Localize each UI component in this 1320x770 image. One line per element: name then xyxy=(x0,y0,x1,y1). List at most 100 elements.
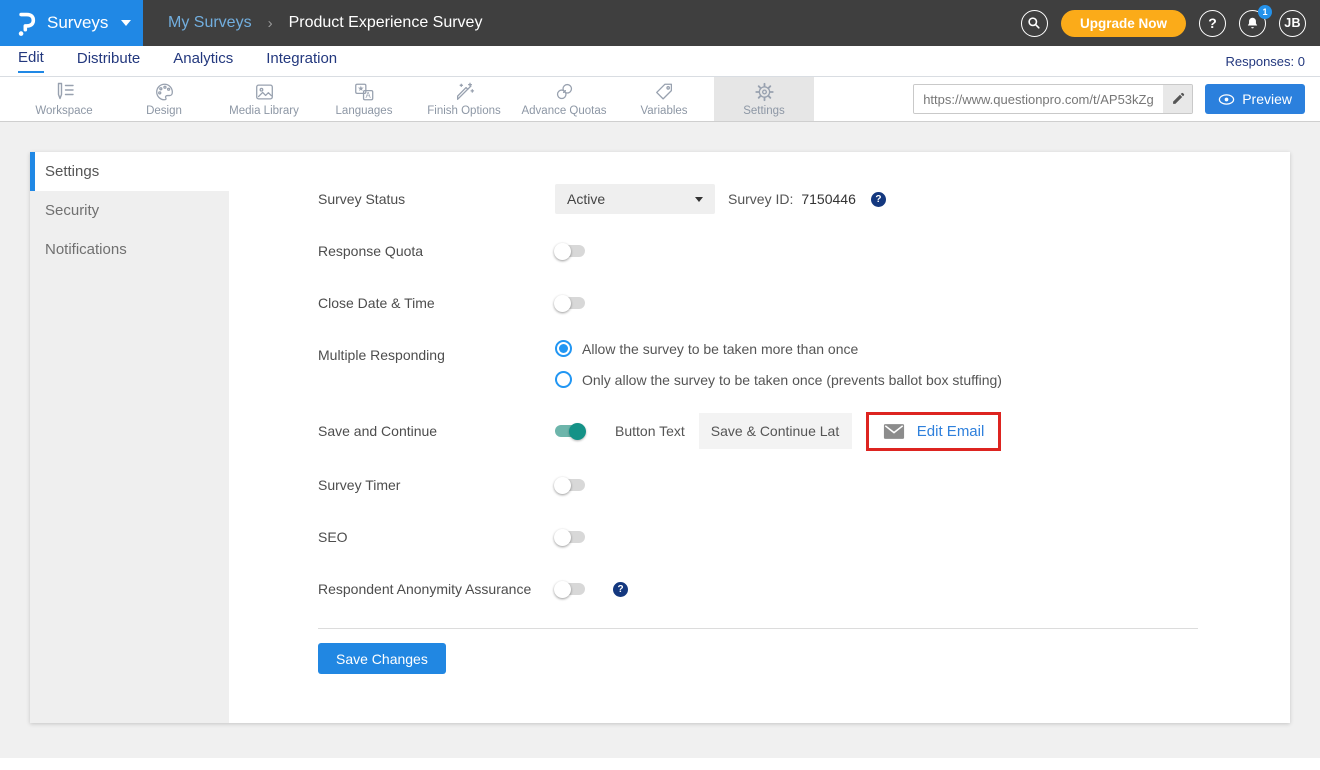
toolbar-item-label: Variables xyxy=(640,105,687,117)
app-menu[interactable]: Surveys xyxy=(0,0,143,46)
toggle-knob xyxy=(554,581,571,598)
radio-selected-icon xyxy=(555,340,572,357)
respondent-anonymity-toggle[interactable] xyxy=(555,583,585,595)
edit-toolbar: Workspace Design Media Library ★ A Langu… xyxy=(0,77,1320,122)
button-text-label: Button Text xyxy=(615,423,685,439)
toolbar-item-media-library[interactable]: Media Library xyxy=(214,77,314,121)
toolbar-item-variables[interactable]: Variables xyxy=(614,77,714,121)
close-date-time-label: Close Date & Time xyxy=(318,295,555,311)
radio-option-allow-multiple[interactable]: Allow the survey to be taken more than o… xyxy=(555,340,1002,357)
settings-card: Settings Security Notifications Survey S… xyxy=(30,152,1290,723)
save-and-continue-row: Save and Continue Button Text Edit Email xyxy=(318,410,1290,452)
breadcrumb-my-surveys[interactable]: My Surveys xyxy=(168,14,252,32)
seo-label: SEO xyxy=(318,529,555,545)
settings-sidebar: Settings Security Notifications xyxy=(30,152,229,723)
toolbar-item-workspace[interactable]: Workspace xyxy=(14,77,114,121)
variables-tag-icon xyxy=(653,81,676,103)
search-button[interactable] xyxy=(1021,10,1048,37)
survey-id-value: 7150446 xyxy=(801,191,856,207)
page-title: Product Experience Survey xyxy=(289,14,483,32)
survey-id-help-icon[interactable]: ? xyxy=(871,192,886,207)
bottom-strip xyxy=(0,758,1320,770)
toolbar-item-finish-options[interactable]: Finish Options xyxy=(414,77,514,121)
languages-icon: ★ A xyxy=(352,81,376,103)
avatar-initials: JB xyxy=(1284,16,1301,30)
toolbar-item-label: Design xyxy=(146,105,182,117)
toggle-knob xyxy=(554,295,571,312)
toolbar-item-advance-quotas[interactable]: Advance Quotas xyxy=(514,77,614,121)
toolbar-item-label: Workspace xyxy=(35,105,92,117)
respondent-anonymity-label: Respondent Anonymity Assurance xyxy=(318,581,555,597)
svg-text:A: A xyxy=(366,91,372,100)
survey-timer-label: Survey Timer xyxy=(318,477,555,493)
edit-email-button[interactable]: Edit Email xyxy=(866,412,1002,451)
sidebar-item-label: Notifications xyxy=(45,241,127,258)
tab-edit[interactable]: Edit xyxy=(18,49,44,73)
close-date-time-row: Close Date & Time xyxy=(318,288,1290,318)
form-divider xyxy=(318,628,1198,629)
breadcrumb: My Surveys › Product Experience Survey xyxy=(168,14,482,32)
sidebar-item-settings[interactable]: Settings xyxy=(30,152,229,191)
toolbar-item-design[interactable]: Design xyxy=(114,77,214,121)
respondent-anonymity-help-icon[interactable]: ? xyxy=(613,582,628,597)
survey-status-label: Survey Status xyxy=(318,191,555,207)
header-actions: Upgrade Now ? 1 JB xyxy=(1021,0,1306,46)
workspace-icon xyxy=(52,81,76,103)
radio-option-label: Only allow the survey to be taken once (… xyxy=(582,372,1002,388)
toggle-knob xyxy=(554,529,571,546)
tab-integration[interactable]: Integration xyxy=(266,50,337,72)
toggle-knob xyxy=(554,477,571,494)
top-header: Surveys My Surveys › Product Experience … xyxy=(0,0,1320,46)
survey-url-box xyxy=(913,84,1193,114)
toolbar-item-label: Media Library xyxy=(229,105,299,117)
save-and-continue-toggle[interactable] xyxy=(555,425,585,437)
edit-email-label: Edit Email xyxy=(917,423,985,440)
toolbar-item-settings[interactable]: Settings xyxy=(714,77,814,121)
settings-gear-icon xyxy=(753,81,776,103)
multiple-responding-row: Multiple Responding Allow the survey to … xyxy=(318,340,1290,388)
toolbar-item-label: Settings xyxy=(743,105,785,117)
pencil-icon xyxy=(1171,92,1185,106)
survey-id-label: Survey ID: xyxy=(728,191,793,207)
response-quota-label: Response Quota xyxy=(318,243,555,259)
bell-icon xyxy=(1245,15,1260,31)
eye-icon xyxy=(1218,93,1235,106)
survey-status-select[interactable]: Active xyxy=(555,184,715,214)
seo-toggle[interactable] xyxy=(555,531,585,543)
toolbar-item-languages[interactable]: ★ A Languages xyxy=(314,77,414,121)
radio-option-label: Allow the survey to be taken more than o… xyxy=(582,341,858,357)
save-changes-button[interactable]: Save Changes xyxy=(318,643,446,674)
tab-analytics[interactable]: Analytics xyxy=(173,50,233,72)
toolbar-item-label: Finish Options xyxy=(427,105,501,117)
edit-url-button[interactable] xyxy=(1163,85,1192,113)
media-library-icon xyxy=(253,81,276,103)
notifications-button[interactable]: 1 xyxy=(1239,10,1266,37)
chevron-down-icon xyxy=(121,20,131,26)
button-text-input[interactable] xyxy=(699,413,852,449)
close-date-time-toggle[interactable] xyxy=(555,297,585,309)
caret-down-icon xyxy=(695,197,703,202)
finish-options-wand-icon xyxy=(453,81,476,103)
tab-distribute[interactable]: Distribute xyxy=(77,50,140,72)
search-icon xyxy=(1026,15,1042,31)
sidebar-item-security[interactable]: Security xyxy=(30,191,229,230)
survey-status-row: Survey Status Active Survey ID: 7150446 … xyxy=(318,184,1290,214)
sidebar-item-label: Settings xyxy=(45,163,99,180)
response-quota-toggle[interactable] xyxy=(555,245,585,257)
survey-timer-toggle[interactable] xyxy=(555,479,585,491)
toggle-knob xyxy=(554,243,571,260)
seo-row: SEO xyxy=(318,522,1290,552)
help-button[interactable]: ? xyxy=(1199,10,1226,37)
preview-label: Preview xyxy=(1242,91,1292,107)
sidebar-item-label: Security xyxy=(45,202,99,219)
survey-url-input[interactable] xyxy=(914,85,1163,113)
preview-button[interactable]: Preview xyxy=(1205,84,1305,114)
multiple-responding-options: Allow the survey to be taken more than o… xyxy=(555,340,1002,388)
account-avatar[interactable]: JB xyxy=(1279,10,1306,37)
help-icon: ? xyxy=(1208,15,1217,31)
upgrade-now-button[interactable]: Upgrade Now xyxy=(1061,10,1186,37)
radio-option-only-once[interactable]: Only allow the survey to be taken once (… xyxy=(555,371,1002,388)
advance-quotas-chain-icon xyxy=(553,81,576,103)
sidebar-item-notifications[interactable]: Notifications xyxy=(30,230,229,269)
toggle-knob xyxy=(569,423,586,440)
